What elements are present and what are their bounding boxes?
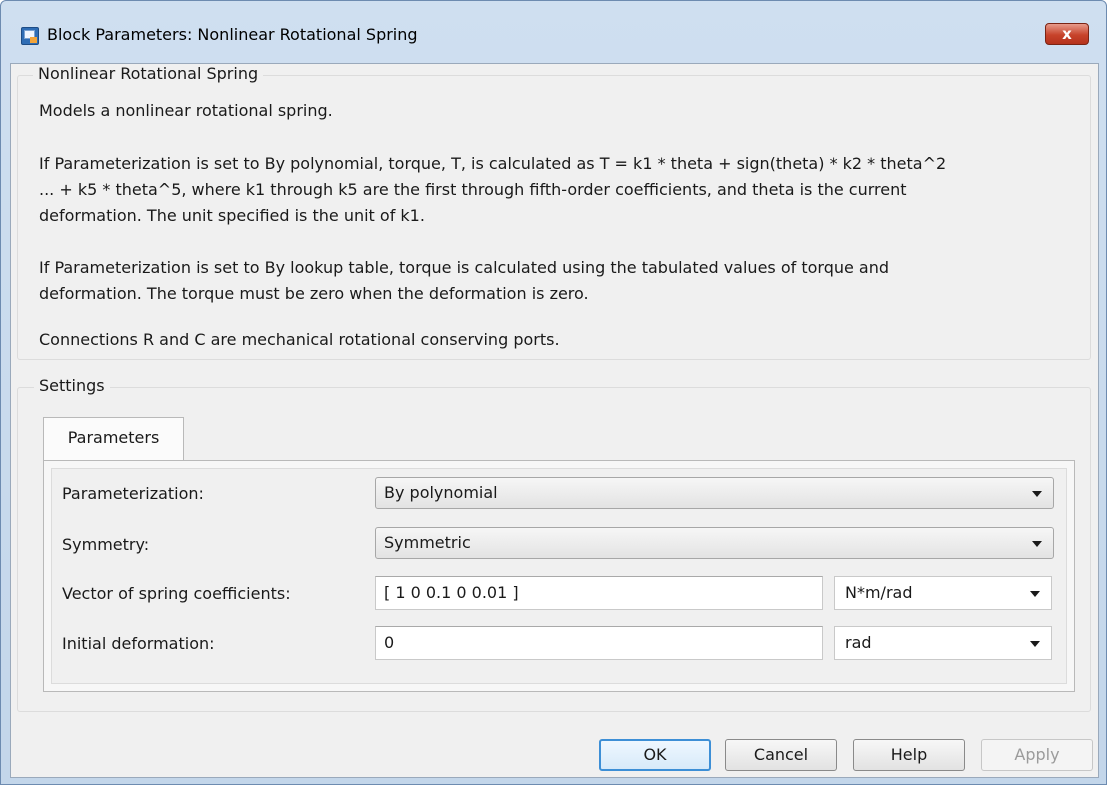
description-group-title: Nonlinear Rotational Spring	[33, 64, 264, 83]
initial-deformation-unit-value: rad	[845, 633, 872, 652]
spring-coefficients-input[interactable]: [ 1 0 0.1 0 0.01 ]	[375, 576, 823, 610]
chevron-down-icon	[1030, 591, 1040, 597]
tab-parameters[interactable]: Parameters	[43, 417, 184, 461]
initial-deformation-unit-dropdown[interactable]: rad	[834, 626, 1052, 660]
description-text-line: deformation. The torque must be zero whe…	[39, 284, 589, 303]
initial-deformation-label: Initial deformation:	[62, 634, 215, 653]
initial-deformation-input[interactable]: 0	[375, 626, 823, 660]
dialog-window: Block Parameters: Nonlinear Rotational S…	[0, 0, 1107, 785]
spring-coefficients-label: Vector of spring coefficients:	[62, 584, 291, 603]
help-button[interactable]: Help	[853, 739, 965, 771]
chevron-down-icon	[1032, 541, 1042, 547]
title-bar[interactable]: Block Parameters: Nonlinear Rotational S…	[1, 1, 1106, 63]
description-text-line: Connections R and C are mechanical rotat…	[39, 330, 560, 349]
apply-button[interactable]: Apply	[981, 739, 1093, 771]
parameterization-dropdown[interactable]: By polynomial	[375, 477, 1054, 509]
ok-button[interactable]: OK	[599, 739, 711, 771]
description-text-line: If Parameterization is set to By lookup …	[39, 258, 890, 277]
parameterization-value: By polynomial	[384, 483, 498, 502]
spring-coefficients-unit-dropdown[interactable]: N*m/rad	[834, 576, 1052, 610]
symmetry-dropdown[interactable]: Symmetric	[375, 527, 1054, 559]
settings-group-title: Settings	[34, 376, 110, 395]
symmetry-label: Symmetry:	[62, 535, 150, 554]
window-title: Block Parameters: Nonlinear Rotational S…	[47, 25, 418, 44]
dialog-body: Nonlinear Rotational Spring Models a non…	[10, 63, 1099, 778]
description-text-line: If Parameterization is set to By polynom…	[39, 154, 947, 173]
parameterization-label: Parameterization:	[62, 484, 204, 503]
description-text-line: Models a nonlinear rotational spring.	[39, 101, 333, 120]
cancel-button[interactable]: Cancel	[725, 739, 837, 771]
spring-coefficients-unit-value: N*m/rad	[845, 583, 913, 602]
description-text-line: deformation. The unit specified is the u…	[39, 206, 425, 225]
simulink-block-icon	[21, 27, 39, 45]
description-text-line: ... + k5 * theta^5, where k1 through k5 …	[39, 180, 907, 199]
symmetry-value: Symmetric	[384, 533, 471, 552]
chevron-down-icon	[1032, 491, 1042, 497]
chevron-down-icon	[1030, 641, 1040, 647]
close-button[interactable]: x	[1045, 23, 1089, 45]
